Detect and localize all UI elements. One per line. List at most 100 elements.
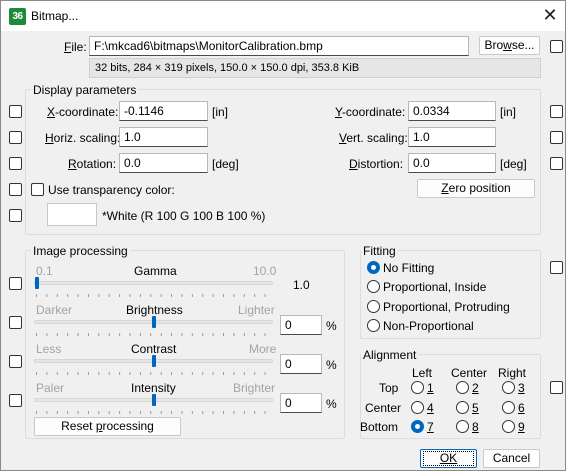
alignment-radio-9[interactable] [502, 420, 515, 433]
transparency-color-swatch[interactable] [47, 203, 97, 226]
alignment-row-center: Center [365, 401, 402, 415]
x-coordinate-label: X-coordinate: [47, 105, 119, 119]
distortion-checkbox[interactable] [550, 157, 563, 170]
alignment-row-top: Top [379, 381, 399, 395]
distortion-unit: [deg] [500, 157, 527, 171]
gamma-checkbox[interactable] [9, 277, 22, 290]
alignment-label-6: 6 [518, 401, 525, 415]
gamma-ticks [36, 294, 272, 297]
intensity-checkbox[interactable] [9, 394, 22, 407]
cancel-button[interactable]: Cancel [483, 449, 540, 468]
horiz-scaling-field[interactable]: 1.0 [119, 127, 208, 147]
rotation-field[interactable]: 0.0 [119, 153, 208, 173]
alignment-radio-3[interactable] [502, 381, 515, 394]
horiz-scaling-label: Horiz. scaling: [45, 131, 121, 145]
alignment-label-1: 1 [427, 381, 434, 395]
gamma-slider-thumb[interactable] [35, 277, 39, 289]
window-title: Bitmap... [31, 9, 79, 23]
display-parameters-title: Display parameters [31, 83, 139, 97]
bitmap-dialog: 36 Bitmap... ✕ File: F:\mkcad6\bitmaps\M… [0, 0, 566, 471]
use-transparency-label: Use transparency color: [48, 183, 175, 197]
brightness-field[interactable]: 0 [280, 315, 322, 335]
alignment-radio-8[interactable] [456, 420, 469, 433]
fitting-radio-non-proportional[interactable] [367, 319, 380, 332]
intensity-min: Paler [36, 381, 65, 395]
alignment-label-4: 4 [427, 401, 434, 415]
contrast-checkbox[interactable] [9, 355, 22, 368]
alignment-title: Alignment [361, 348, 419, 362]
transparency-row-checkbox[interactable] [9, 183, 22, 196]
alignment-label-8: 8 [472, 420, 479, 434]
x-coordinate-checkbox[interactable] [9, 105, 22, 118]
vert-scaling-field[interactable]: 1.0 [408, 127, 496, 147]
fitting-radio-no-fitting[interactable] [367, 261, 380, 274]
close-icon[interactable]: ✕ [539, 5, 561, 27]
vert-scaling-checkbox[interactable] [550, 131, 563, 144]
alignment-label-7: 7 [427, 420, 434, 434]
alignment-label-3: 3 [518, 381, 525, 395]
alignment-radio-6[interactable] [502, 401, 515, 414]
alignment-label-2: 2 [472, 381, 479, 395]
file-checkbox[interactable] [550, 40, 563, 53]
y-unit: [in] [500, 105, 517, 119]
alignment-checkbox[interactable] [550, 381, 563, 394]
x-coordinate-field[interactable]: -0.1146 [119, 101, 208, 121]
contrast-ticks [36, 372, 272, 375]
brightness-min: Darker [36, 303, 73, 317]
contrast-max: More [249, 342, 277, 356]
rotation-unit: [deg] [212, 157, 239, 171]
fitting-option-non-proportional: Non-Proportional [383, 319, 474, 333]
contrast-field[interactable]: 0 [280, 354, 322, 374]
fitting-radio-proportional-inside[interactable] [367, 280, 380, 293]
alignment-radio-5[interactable] [456, 401, 469, 414]
alignment-col-center: Center [451, 366, 488, 380]
distortion-field[interactable]: 0.0 [408, 153, 496, 173]
contrast-unit: % [326, 358, 337, 372]
intensity-unit: % [326, 397, 337, 411]
intensity-slider-thumb[interactable] [152, 394, 156, 406]
alignment-radio-7[interactable] [411, 420, 424, 433]
y-coordinate-field[interactable]: 0.0334 [408, 101, 496, 121]
contrast-label: Contrast [131, 342, 177, 356]
fitting-radio-proportional-protruding[interactable] [367, 300, 380, 313]
alignment-radio-2[interactable] [456, 381, 469, 394]
fitting-checkbox[interactable] [550, 261, 563, 274]
contrast-min: Less [36, 342, 62, 356]
gamma-label: Gamma [134, 264, 177, 278]
ok-focus-ring [423, 451, 474, 466]
alignment-col-left: Left [412, 366, 433, 380]
brightness-checkbox[interactable] [9, 316, 22, 329]
zero-position-button[interactable]: Zero position [417, 179, 535, 198]
color-checkbox[interactable] [9, 209, 22, 222]
brightness-slider-thumb[interactable] [152, 316, 156, 328]
contrast-slider-thumb[interactable] [152, 355, 156, 367]
horiz-scaling-checkbox[interactable] [9, 131, 22, 144]
file-path-field[interactable]: F:\mkcad6\bitmaps\MonitorCalibration.bmp [89, 36, 469, 56]
distortion-label: Distortion: [349, 157, 404, 171]
file-label: File: [64, 40, 87, 54]
alignment-row-bottom: Bottom [360, 420, 399, 434]
use-transparency-checkbox[interactable] [31, 183, 44, 196]
rotation-checkbox[interactable] [9, 157, 22, 170]
ok-button[interactable]: OK [420, 449, 477, 468]
browse-button[interactable]: Browse... [479, 36, 540, 55]
fitting-option-no-fitting: No Fitting [383, 261, 435, 275]
intensity-ticks [36, 411, 272, 414]
gamma-slider[interactable] [34, 281, 273, 285]
alignment-radio-4[interactable] [411, 401, 424, 414]
brightness-unit: % [326, 319, 337, 333]
y-coordinate-checkbox[interactable] [550, 105, 563, 118]
alignment-label-9: 9 [518, 420, 525, 434]
file-info: 32 bits, 284 × 319 pixels, 150.0 × 150.0… [89, 58, 541, 78]
brightness-max: Lighter [238, 303, 275, 317]
alignment-radio-1[interactable] [411, 381, 424, 394]
app-icon: 36 [9, 8, 26, 25]
intensity-field[interactable]: 0 [280, 393, 322, 413]
x-unit: [in] [212, 105, 229, 119]
intensity-max: Brighter [233, 381, 276, 395]
alignment-col-right: Right [498, 366, 527, 380]
image-processing-title: Image processing [31, 244, 130, 258]
fitting-option-proportional-inside: Proportional, Inside [383, 280, 487, 294]
reset-processing-button[interactable]: Reset processing [34, 417, 181, 436]
brightness-label: Brightness [126, 303, 183, 317]
